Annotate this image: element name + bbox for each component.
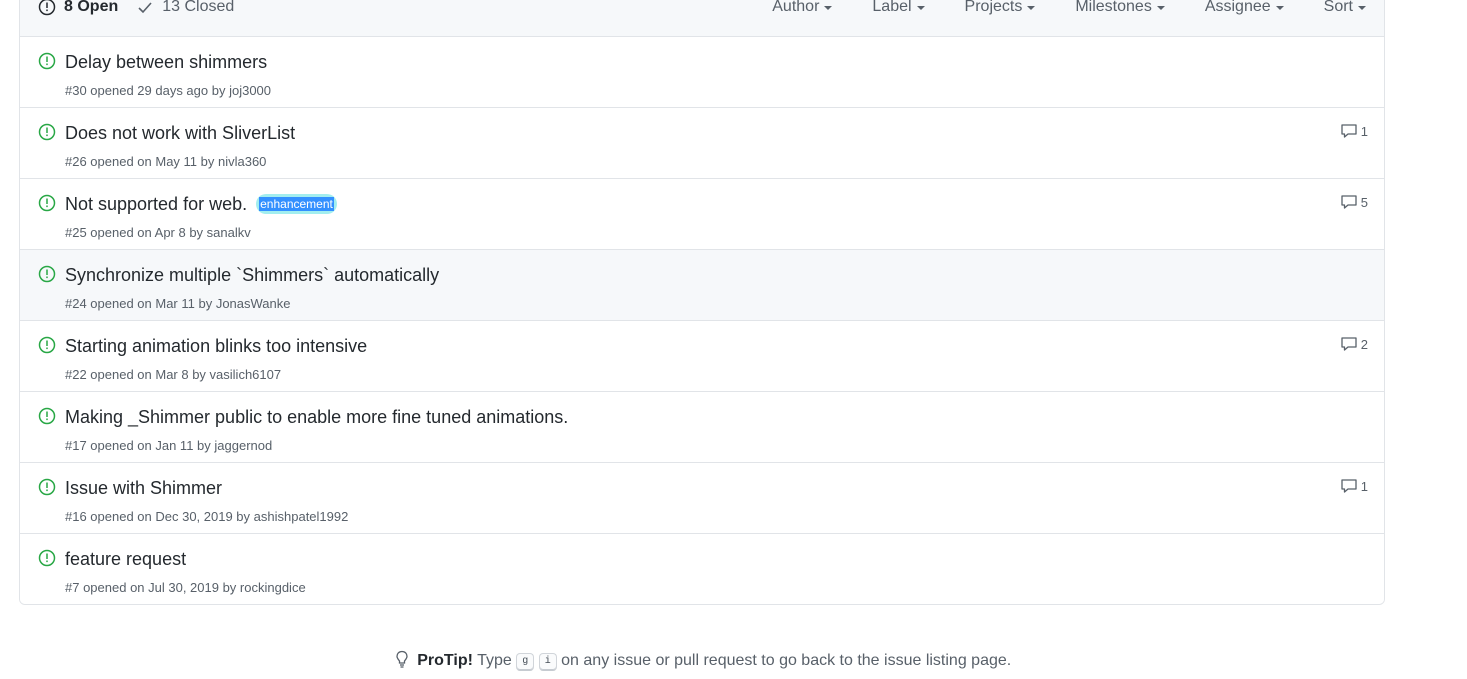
assignee-filter-label: Assignee [1204, 0, 1271, 15]
issues-list: 8 Open 13 Closed Author Label Projects M… [19, 0, 1385, 605]
issue-opened-icon [38, 549, 56, 567]
comment-icon [1341, 195, 1357, 209]
issue-opened-icon [38, 336, 56, 354]
protip-text-before: Type [477, 652, 512, 669]
issue-meta: #7 opened on Jul 30, 2019 by rockingdice [65, 580, 306, 595]
label-filter-label: Label [872, 0, 912, 15]
projects-filter-label: Projects [964, 0, 1023, 15]
keyboard-key-g: g [516, 653, 535, 671]
closed-issues-label: 13 Closed [162, 0, 235, 15]
comment-count: 1 [1360, 478, 1368, 494]
comments-link[interactable]: 5 [1340, 194, 1368, 210]
issue-meta: #26 opened on May 11 by nivla360 [65, 154, 267, 169]
issue-row[interactable]: Issue with Shimmer #16 opened on Dec 30,… [20, 463, 1384, 534]
issue-meta: #22 opened on Mar 8 by vasilich6107 [65, 367, 282, 382]
issue-meta: #25 opened on Apr 8 by sanalkv [65, 225, 251, 240]
protip: ProTip! Type g i on any issue or pull re… [0, 650, 1406, 671]
issue-title-container: Not supported for web. enhancement [65, 193, 337, 215]
issue-row[interactable]: Making _Shimmer public to enable more fi… [20, 392, 1384, 463]
label-filter[interactable]: Label [872, 0, 925, 16]
issue-row[interactable]: feature request #7 opened on Jul 30, 201… [20, 534, 1384, 604]
open-issues-label: 8 Open [64, 0, 119, 15]
issue-row[interactable]: Delay between shimmers #30 opened 29 day… [20, 37, 1384, 108]
issue-title-link[interactable]: Starting animation blinks too intensive [65, 335, 367, 357]
issue-title-link[interactable]: Issue with Shimmer [65, 477, 222, 499]
keyboard-key-i: i [538, 653, 557, 671]
issue-state-tabs: 8 Open 13 Closed [38, 0, 234, 16]
issue-opened-icon [38, 265, 56, 283]
issue-opened-icon [38, 52, 56, 70]
comment-icon [1341, 337, 1357, 351]
author-filter[interactable]: Author [772, 0, 833, 16]
issue-title-link[interactable]: feature request [65, 548, 186, 570]
comments-link[interactable]: 1 [1340, 123, 1368, 139]
closed-issues-tab[interactable]: 13 Closed [136, 0, 234, 16]
issue-title-link[interactable]: Does not work with SliverList [65, 122, 295, 144]
issue-opened-icon [38, 0, 56, 16]
caret-down-icon [1275, 6, 1284, 10]
issue-meta: #16 opened on Dec 30, 2019 by ashishpate… [65, 509, 349, 524]
check-icon [138, 2, 152, 14]
projects-filter[interactable]: Projects [965, 0, 1036, 16]
issue-meta: #24 opened on Mar 11 by JonasWanke [65, 296, 291, 311]
protip-text-after: on any issue or pull request to go back … [561, 652, 1012, 669]
caret-down-icon [1156, 6, 1165, 10]
issue-row[interactable]: Not supported for web. enhancement #25 o… [20, 179, 1384, 250]
caret-down-icon [824, 6, 833, 10]
issue-label-enhancement[interactable]: enhancement [256, 194, 337, 214]
open-issues-tab[interactable]: 8 Open [38, 0, 118, 16]
issue-meta: #17 opened on Jan 11 by jaggernod [65, 438, 273, 453]
issue-opened-icon [38, 407, 56, 425]
protip-heading: ProTip! [417, 652, 473, 669]
caret-down-icon [1358, 6, 1366, 10]
issues-list-header: 8 Open 13 Closed Author Label Projects M… [20, 0, 1384, 37]
comment-icon [1341, 124, 1357, 138]
issue-title-link[interactable]: Delay between shimmers [65, 51, 267, 73]
issue-title-link[interactable]: Synchronize multiple `Shimmers` automati… [65, 264, 439, 286]
issue-title-link[interactable]: Not supported for web. [65, 194, 247, 214]
sort-filter[interactable]: Sort [1324, 0, 1366, 16]
author-filter-label: Author [772, 0, 820, 15]
light-bulb-icon [396, 650, 408, 668]
comments-link[interactable]: 2 [1340, 336, 1368, 352]
comment-count: 2 [1360, 336, 1368, 352]
assignee-filter[interactable]: Assignee [1205, 0, 1284, 16]
comment-icon [1341, 479, 1357, 493]
issue-row[interactable]: Does not work with SliverList #26 opened… [20, 108, 1384, 179]
caret-down-icon [916, 6, 925, 10]
milestones-filter[interactable]: Milestones [1075, 0, 1165, 16]
issue-opened-icon [38, 123, 56, 141]
issue-label-text: enhancement [259, 197, 334, 211]
issue-row[interactable]: Starting animation blinks too intensive … [20, 321, 1384, 392]
issue-title-link[interactable]: Making _Shimmer public to enable more fi… [65, 406, 568, 428]
issue-row[interactable]: Synchronize multiple `Shimmers` automati… [20, 250, 1384, 321]
caret-down-icon [1027, 6, 1036, 10]
comment-count: 1 [1360, 123, 1368, 139]
sort-filter-label: Sort [1323, 0, 1353, 15]
issue-opened-icon [38, 478, 56, 496]
comments-link[interactable]: 1 [1340, 478, 1368, 494]
issue-opened-icon [38, 194, 56, 212]
issue-meta: #30 opened 29 days ago by joj3000 [65, 83, 272, 98]
milestones-filter-label: Milestones [1075, 0, 1152, 15]
filter-bar: Author Label Projects Milestones Assigne… [732, 0, 1366, 16]
comment-count: 5 [1360, 194, 1368, 210]
